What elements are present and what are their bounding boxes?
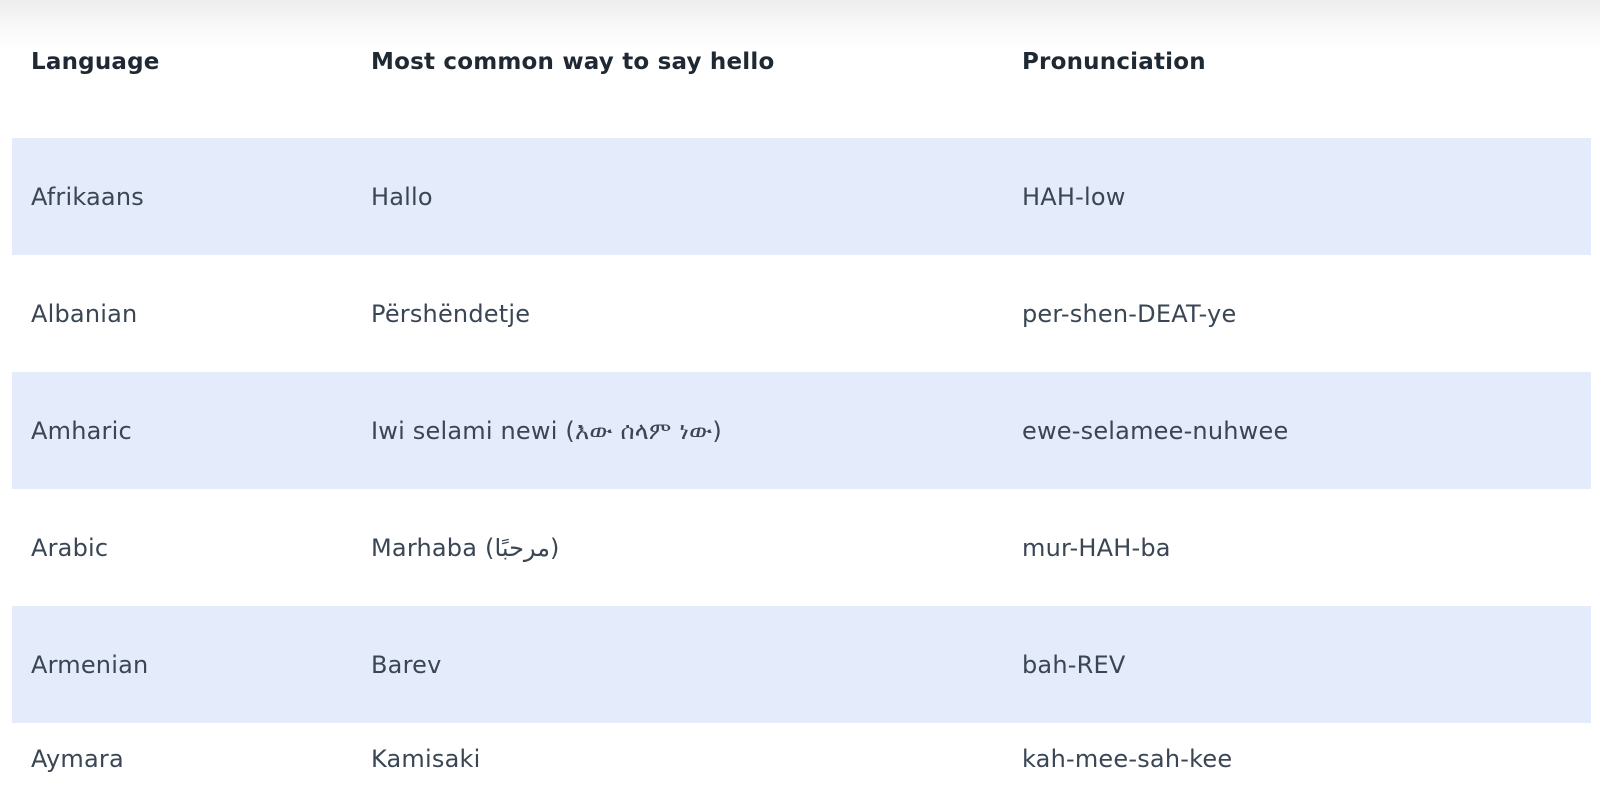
header-hello: Most common way to say hello [371, 49, 775, 75]
cell-hello: Iwi selami newi (እው ሰላም ነው) [371, 416, 722, 445]
table-row: Amharic Iwi selami newi (እው ሰላም ነው) ewe-… [12, 372, 1591, 489]
cell-language: Arabic [31, 533, 109, 562]
table-row: Arabic Marhaba (مرحبًا) mur-HAH-ba [12, 489, 1591, 606]
table-row: Aymara Kamisaki kah-mee-sah-kee [12, 723, 1591, 803]
greetings-table: Language Most common way to say hello Pr… [12, 20, 1591, 803]
table-header-row: Language Most common way to say hello Pr… [12, 20, 1591, 138]
cell-language: Amharic [31, 416, 132, 445]
cell-pronunciation: per-shen-DEAT-ye [1022, 299, 1237, 328]
cell-language: Aymara [31, 745, 124, 773]
cell-hello: Hallo [371, 182, 433, 211]
header-language: Language [31, 49, 160, 75]
header-pronunciation: Pronunciation [1022, 49, 1206, 75]
cell-hello: Marhaba (مرحبًا) [371, 533, 560, 562]
cell-hello: Përshëndetje [371, 299, 531, 328]
cell-pronunciation: HAH-low [1022, 182, 1126, 211]
cell-pronunciation: kah-mee-sah-kee [1022, 745, 1233, 773]
table-row: Armenian Barev bah-REV [12, 606, 1591, 723]
cell-language: Albanian [31, 299, 138, 328]
table-row: Albanian Përshëndetje per-shen-DEAT-ye [12, 255, 1591, 372]
cell-pronunciation: bah-REV [1022, 650, 1126, 679]
cell-hello: Kamisaki [371, 745, 481, 773]
cell-pronunciation: mur-HAH-ba [1022, 533, 1171, 562]
cell-pronunciation: ewe-selamee-nuhwee [1022, 416, 1289, 445]
cell-hello: Barev [371, 650, 442, 679]
cell-language: Armenian [31, 650, 149, 679]
table-row: Afrikaans Hallo HAH-low [12, 138, 1591, 255]
cell-language: Afrikaans [31, 182, 144, 211]
